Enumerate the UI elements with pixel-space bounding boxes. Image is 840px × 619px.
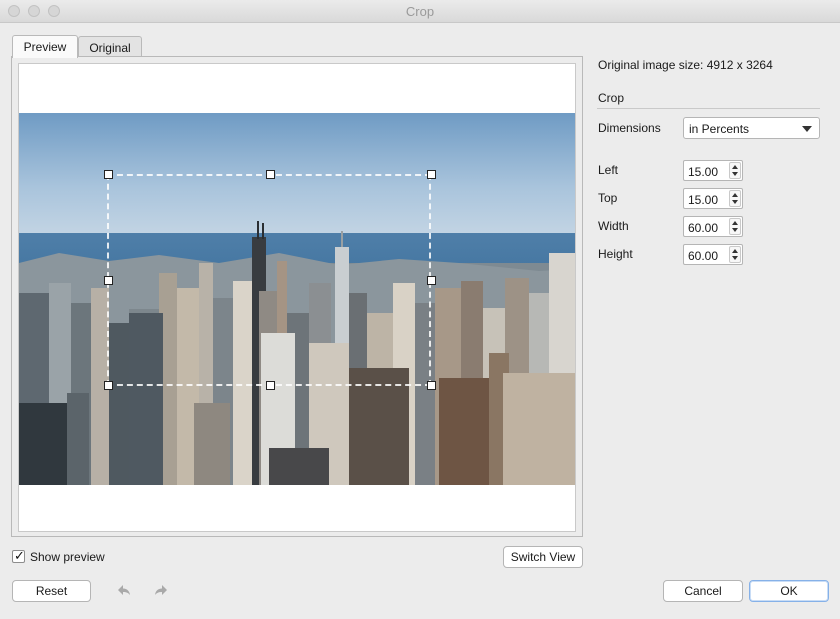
width-label: Width: [598, 219, 629, 233]
chevron-down-icon[interactable]: [732, 228, 738, 232]
tab-original[interactable]: Original: [78, 36, 142, 58]
chevron-down-icon: [802, 126, 812, 132]
chevron-up-icon[interactable]: [732, 193, 738, 197]
crop-handle-left[interactable]: [104, 276, 113, 285]
show-preview-checkbox[interactable]: ✓: [12, 548, 25, 563]
redo-icon[interactable]: [151, 582, 169, 598]
chevron-down-icon[interactable]: [732, 256, 738, 260]
chevron-up-icon[interactable]: [732, 221, 738, 225]
dimensions-select-value: in Percents: [689, 122, 750, 136]
left-spinbox[interactable]: 15.00: [683, 160, 743, 181]
crop-handle-bottom-left[interactable]: [104, 381, 113, 390]
top-label: Top: [598, 191, 618, 205]
left-label: Left: [598, 163, 619, 177]
crop-selection[interactable]: [107, 174, 431, 386]
window-title: Crop: [405, 4, 435, 19]
height-spinbox[interactable]: 60.00: [683, 244, 743, 265]
crop-section-title: Crop: [598, 91, 625, 105]
original-size-text: Original image size: 4912 x 3264: [598, 58, 773, 72]
ok-button[interactable]: OK: [749, 580, 829, 602]
reset-button[interactable]: Reset: [12, 580, 91, 602]
tab-preview[interactable]: Preview: [12, 35, 78, 58]
switch-view-button[interactable]: Switch View: [503, 546, 583, 568]
left-stepper[interactable]: [729, 162, 741, 179]
height-stepper[interactable]: [729, 246, 741, 263]
crop-handle-top-left[interactable]: [104, 170, 113, 179]
chevron-down-icon[interactable]: [732, 200, 738, 204]
chevron-up-icon[interactable]: [732, 165, 738, 169]
width-value: 60.00: [688, 221, 719, 235]
left-value: 15.00: [688, 165, 719, 179]
crop-handle-bottom-right[interactable]: [427, 381, 436, 390]
width-stepper[interactable]: [729, 218, 741, 235]
cancel-button[interactable]: Cancel: [663, 580, 743, 602]
top-stepper[interactable]: [729, 190, 741, 207]
height-value: 60.00: [688, 249, 719, 263]
undo-icon[interactable]: [116, 582, 134, 598]
crop-handle-bottom[interactable]: [266, 381, 275, 390]
top-spinbox[interactable]: 15.00: [683, 188, 743, 209]
crop-handle-top-right[interactable]: [427, 170, 436, 179]
title-bar: Crop: [0, 0, 840, 23]
chevron-down-icon[interactable]: [732, 172, 738, 176]
crop-section-divider: [597, 108, 820, 109]
top-value: 15.00: [688, 193, 719, 207]
crop-handle-right[interactable]: [427, 276, 436, 285]
show-preview-label[interactable]: Show preview: [30, 550, 105, 564]
crop-handle-top[interactable]: [266, 170, 275, 179]
dimensions-label: Dimensions: [598, 121, 661, 135]
width-spinbox[interactable]: 60.00: [683, 216, 743, 237]
chevron-up-icon[interactable]: [732, 249, 738, 253]
height-label: Height: [598, 247, 633, 261]
dimensions-select[interactable]: in Percents: [683, 117, 820, 139]
checkmark-icon: ✓: [14, 548, 25, 563]
